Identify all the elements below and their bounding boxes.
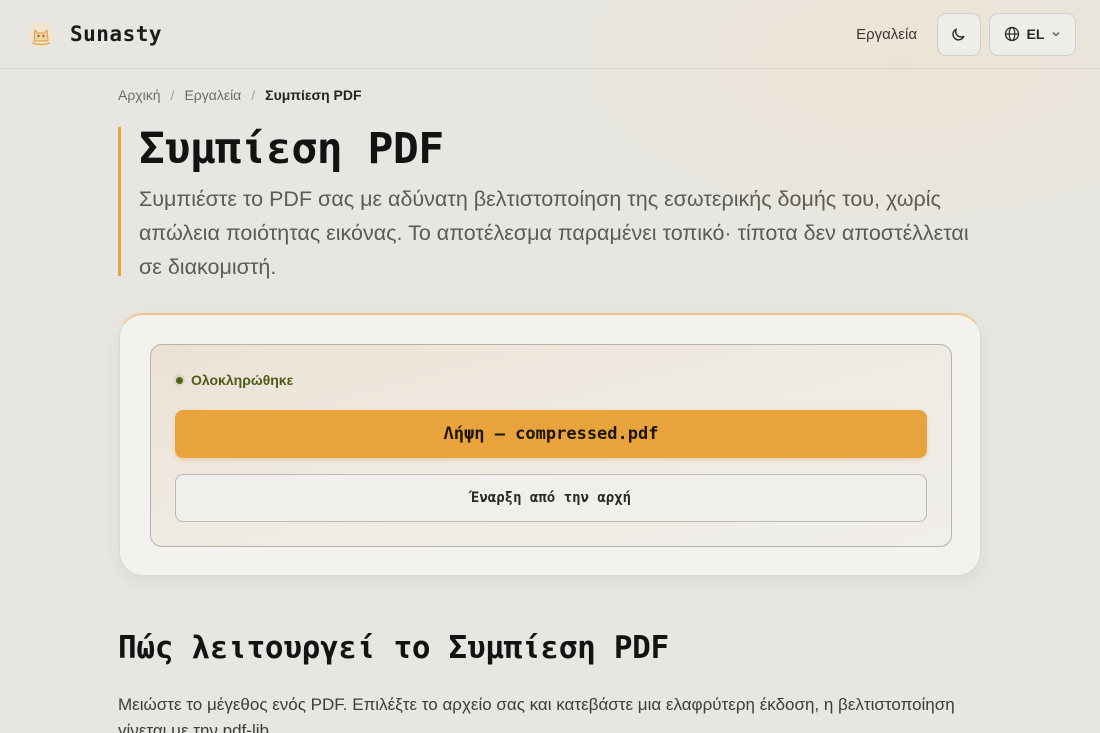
result-card: Ολοκληρώθηκε Λήψη — compressed.pdf Έναρξ…: [119, 313, 981, 576]
restart-button[interactable]: Έναρξη από την αρχή: [175, 474, 927, 522]
result-panel: Ολοκληρώθηκε Λήψη — compressed.pdf Έναρξ…: [150, 344, 952, 547]
breadcrumb-separator: /: [251, 87, 256, 103]
page-title: Συμπίεση PDF: [139, 124, 444, 174]
header-actions: Εργαλεία EL: [856, 12, 1076, 56]
status-badge: Ολοκληρώθηκε: [173, 372, 293, 388]
status-label: Ολοκληρώθηκε: [191, 372, 294, 388]
brand-name[interactable]: Sunasty: [70, 22, 162, 46]
chevron-down-icon: [1052, 32, 1060, 37]
language-selector[interactable]: EL: [989, 12, 1076, 56]
breadcrumb-tools[interactable]: Εργαλεία: [184, 87, 241, 103]
breadcrumb-home[interactable]: Αρχική: [118, 87, 161, 103]
top-header: Sunasty Εργαλεία EL: [0, 0, 1100, 69]
nav-link-tools[interactable]: Εργαλεία: [856, 26, 917, 43]
globe-icon: [1004, 26, 1019, 42]
hero-section: Συμπίεση PDF Συμπιέστε το PDF σας με αδύ…: [118, 124, 978, 279]
language-code: EL: [1026, 26, 1045, 42]
theme-toggle-button[interactable]: [937, 12, 981, 56]
how-it-works-text: Μειώστε το μέγεθος ενός PDF. Επιλέξτε το…: [118, 695, 955, 733]
breadcrumb-current: Συμπίεση PDF: [265, 87, 362, 103]
breadcrumb: Αρχική / Εργαλεία / Συμπίεση PDF: [118, 87, 362, 103]
how-it-works-title: Πώς λειτουργεί το Συμπίεση PDF: [118, 630, 669, 666]
page-description: Συμπιέστε το PDF σας με αδύνατη βελτιστο…: [139, 187, 969, 279]
moon-icon: [952, 28, 965, 41]
breadcrumb-separator: /: [170, 87, 175, 103]
download-button[interactable]: Λήψη — compressed.pdf: [175, 410, 927, 458]
cat-logo-icon[interactable]: [24, 17, 58, 51]
status-dot-icon: [173, 374, 185, 386]
